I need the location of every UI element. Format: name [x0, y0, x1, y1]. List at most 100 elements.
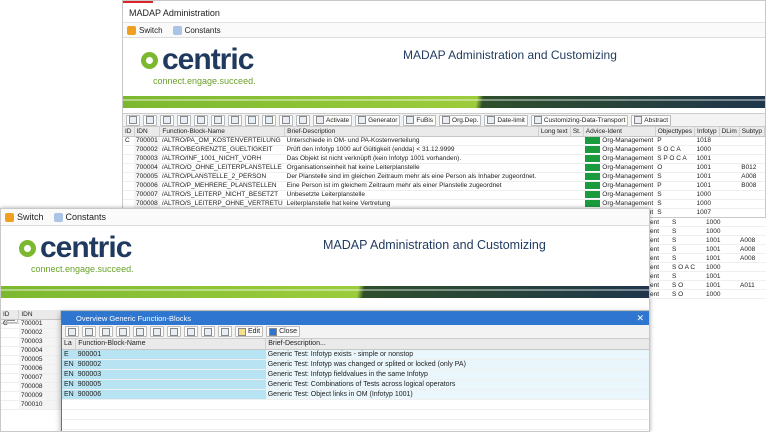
- layout-icon[interactable]: [218, 326, 232, 337]
- table-row[interactable]: ent S O 1001 A011: [650, 281, 766, 290]
- table-row[interactable]: ent S 1001 A008: [650, 236, 766, 245]
- table-row[interactable]: 700004/ALTRO/O_OHNE_LEITERPLANSTELLE Orga…: [123, 163, 765, 173]
- table-row[interactable]: ent S 1000: [650, 218, 766, 227]
- find-icon[interactable]: [116, 326, 130, 337]
- info-icon[interactable]: [296, 114, 310, 126]
- customizing-transport-button[interactable]: Customizing-Data-Transport: [530, 114, 629, 126]
- table-row[interactable]: 700005: [1, 355, 61, 365]
- cell-objecttypes: O: [655, 163, 695, 173]
- table-row[interactable]: 700009: [1, 391, 61, 401]
- constants-menu[interactable]: Constants: [172, 25, 221, 35]
- empty-cell: [62, 419, 76, 430]
- table-row[interactable]: 700004: [1, 346, 61, 356]
- switch-label: Switch: [139, 25, 163, 35]
- table-row[interactable]: 700002: [1, 328, 61, 338]
- activate-label: Activate: [326, 116, 350, 124]
- table-row[interactable]: C 700001: [1, 319, 61, 329]
- table-row[interactable]: 700005/ALTRO/PLANSTELLE_2_PERSON Der Plan…: [123, 172, 765, 182]
- date-limit-label: Date-limit: [497, 116, 525, 124]
- filter-icon[interactable]: [211, 114, 225, 126]
- close-button[interactable]: Close: [266, 326, 300, 337]
- col-id[interactable]: ID: [1, 310, 20, 320]
- layout-icon[interactable]: [279, 114, 293, 126]
- print-icon[interactable]: [228, 114, 242, 126]
- popup-title: Overview Generic Function-Blocks: [76, 314, 192, 323]
- print-icon[interactable]: [167, 326, 181, 337]
- table-row[interactable]: ent S O A C 1000: [650, 263, 766, 272]
- col-idn[interactable]: IDN: [18, 310, 61, 320]
- table-row[interactable]: E 900001 Generic Test: Infotyp exists - si…: [62, 349, 649, 360]
- col-la[interactable]: La: [62, 339, 77, 350]
- col-brief-description[interactable]: Brief-Description: [284, 127, 539, 137]
- col-idn[interactable]: IDN: [134, 127, 161, 137]
- col-status[interactable]: St.: [570, 127, 584, 137]
- col-brief-description[interactable]: Brief-Description...: [265, 339, 649, 350]
- table-row[interactable]: 700006: [1, 364, 61, 374]
- cell-infotyp: 1000: [694, 190, 720, 200]
- col-infotyp[interactable]: Infotyp: [694, 127, 720, 137]
- cell-objecttypes: S P O C A: [655, 154, 695, 164]
- table-row[interactable]: ent S 1001 A008: [650, 254, 766, 263]
- cell-dlim: [719, 208, 740, 217]
- cell-desc: Generic Test: Infotyp fieldvalues in the…: [265, 369, 649, 380]
- table-row[interactable]: EN 900006 Generic Test: Object links in OM…: [62, 389, 649, 400]
- switch-menu[interactable]: Switch: [5, 212, 44, 222]
- cell-subtyp: [739, 136, 765, 146]
- cell-name: /ALTRO/S_LEITERP_NICHT_BESETZT: [159, 190, 285, 200]
- switch-menu[interactable]: Switch: [127, 25, 163, 35]
- close-icon[interactable]: ✕: [636, 312, 644, 325]
- col-id[interactable]: ID: [123, 127, 135, 137]
- table-row[interactable]: ent S 1001: [650, 272, 766, 281]
- table-row[interactable]: EN 900005 Generic Test: Combinations of Te…: [62, 379, 649, 390]
- abstract-button[interactable]: Abstract: [631, 114, 672, 126]
- table-row[interactable]: 700003/ALTRO/INF_1001_NICHT_VORH Das Obje…: [123, 154, 765, 164]
- edit-button[interactable]: Edit: [235, 326, 264, 337]
- col-subtyp[interactable]: Subtyp: [739, 127, 765, 137]
- date-limit-button[interactable]: Date-limit: [484, 114, 528, 126]
- sort-asc-icon[interactable]: [143, 114, 157, 126]
- table-row[interactable]: EN 900003 Generic Test: Infotyp fieldvalue…: [62, 369, 649, 380]
- find-next-icon[interactable]: [194, 114, 208, 126]
- sum-icon[interactable]: [150, 326, 164, 337]
- constants-menu[interactable]: Constants: [53, 212, 106, 222]
- table-row[interactable]: C 700001/ALTRO/PA_OM_KOSTENVERTEILUNG Unte…: [123, 136, 765, 146]
- fubis-button[interactable]: FuBis: [403, 114, 437, 126]
- col-function-block-name[interactable]: Function-Block-Name: [159, 127, 286, 137]
- table-row[interactable]: 700008: [1, 382, 61, 392]
- filter-icon[interactable]: [133, 326, 147, 337]
- org-dep-button[interactable]: Org.Dep.: [439, 114, 482, 126]
- table-row[interactable]: 700007/ALTRO/S_LEITERP_NICHT_BESETZT Unbe…: [123, 190, 765, 200]
- col-function-block-name[interactable]: Function-Block-Name: [75, 339, 267, 350]
- col-objecttypes[interactable]: Objecttypes: [655, 127, 696, 137]
- sort-desc-icon[interactable]: [99, 326, 113, 337]
- select-icon[interactable]: [126, 114, 140, 126]
- cell-id: [1, 355, 19, 365]
- export-icon[interactable]: [201, 326, 215, 337]
- sort-asc-icon[interactable]: [82, 326, 96, 337]
- table-row[interactable]: 700006/ALTRO/P_MEHRERE_PLANSTELLEN Eine P…: [123, 181, 765, 191]
- col-advice-ident[interactable]: Advice-Ident: [583, 127, 656, 137]
- generator-button[interactable]: Generator: [355, 114, 401, 126]
- table-row[interactable]: ent S 1000: [650, 227, 766, 236]
- pencil-icon: [238, 327, 246, 336]
- view-icon[interactable]: [245, 114, 259, 126]
- sort-desc-icon[interactable]: [160, 114, 174, 126]
- switch-icon: [127, 25, 136, 35]
- cell-longtext: [538, 145, 571, 155]
- col-dlim[interactable]: DLim: [719, 127, 740, 137]
- table-row[interactable]: 700002/ALTRO/BEGRENZTE_GUELTIGKEIT Prüft …: [123, 145, 765, 155]
- table-row[interactable]: ent S O 1000: [650, 290, 766, 299]
- cell-advice: Org-Management: [583, 136, 656, 146]
- select-icon[interactable]: [65, 326, 79, 337]
- table-row[interactable]: 700010: [1, 400, 61, 410]
- export-icon[interactable]: [262, 114, 276, 126]
- col-long-text[interactable]: Long text: [538, 127, 571, 137]
- table-row[interactable]: ent S 1001 A008: [650, 245, 766, 254]
- table-row[interactable]: 700008/ALTRO/S_LEITERP_OHNE_VERTRETU Leit…: [123, 199, 765, 209]
- table-row[interactable]: 700003: [1, 337, 61, 347]
- table-row[interactable]: EN 900002 Generic Test: Infotyp was change…: [62, 359, 649, 370]
- view-icon[interactable]: [184, 326, 198, 337]
- activate-button[interactable]: Activate: [313, 114, 353, 126]
- table-row[interactable]: 700007: [1, 373, 61, 383]
- find-icon[interactable]: [177, 114, 191, 126]
